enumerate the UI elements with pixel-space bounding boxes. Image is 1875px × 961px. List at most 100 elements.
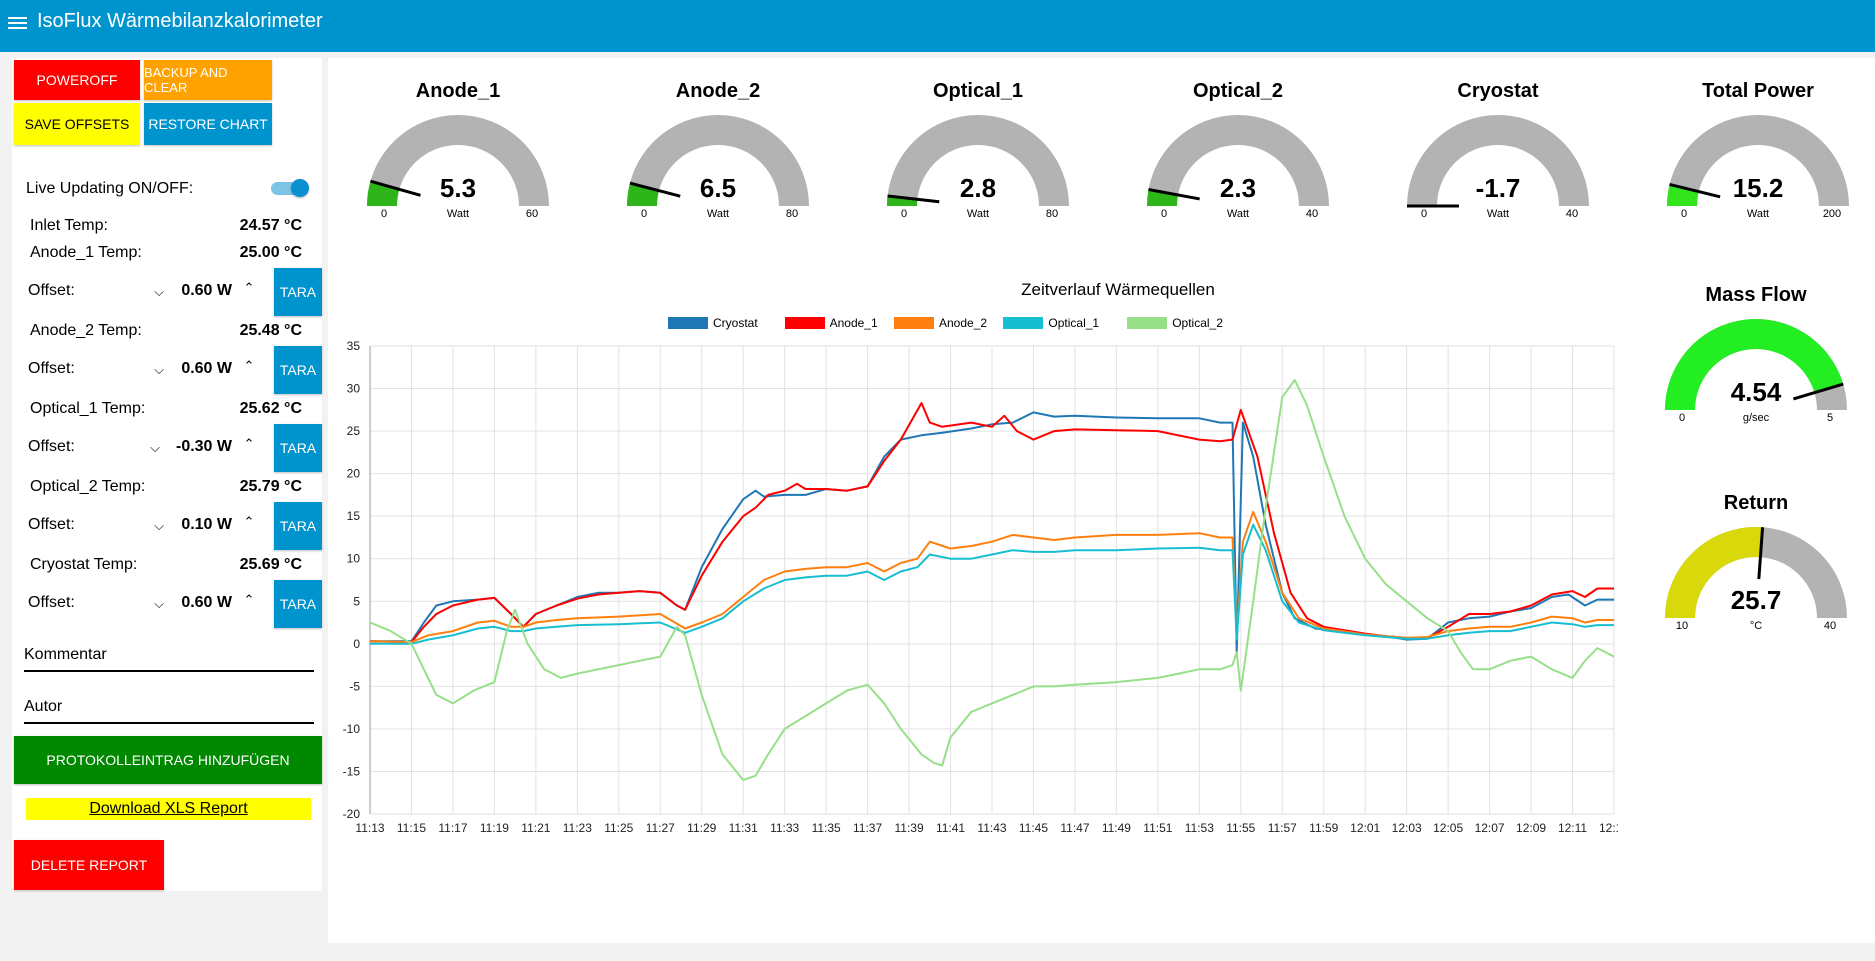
gauge-title: Optical_1 [932, 80, 1024, 102]
gauge-min-label: 0 [1420, 208, 1428, 220]
x-tick-label: 11:29 [687, 821, 716, 835]
optical-2-temp-value: 25.79 °C [239, 478, 302, 495]
x-tick-label: 12:14 [1599, 821, 1618, 835]
live-updating-label: Live Updating ON/OFF: [26, 180, 194, 197]
dashboard-main-panel: Anode_1 5.3 Watt 0 60 Anode_2 6.5 Watt 0 80 Optica… [328, 58, 1875, 943]
x-tick-label: 11:31 [729, 821, 758, 835]
chevron-up-icon[interactable]: ⌃ [242, 592, 256, 608]
delete-report-button[interactable]: DELETE REPORT [14, 840, 164, 890]
x-tick-label: 11:15 [397, 821, 426, 835]
x-tick-label: 11:55 [1226, 821, 1255, 835]
heat-source-line-chart: 11:13 11:15 11:17 11:19 11:21 11:23 11:25 11:27… [343, 339, 1618, 835]
x-tick-label: 11:59 [1309, 821, 1338, 835]
x-tick-label: 11:37 [853, 821, 882, 835]
y-tick-label: 0 [353, 637, 360, 651]
anode-2-tara-button[interactable]: TARA [274, 346, 322, 394]
x-tick-label: 11:23 [563, 821, 592, 835]
x-tick-label: 11:25 [604, 821, 633, 835]
poweroff-button[interactable]: POWEROFF [14, 60, 140, 100]
gauge-min-label: 0 [380, 208, 388, 220]
x-tick-label: 11:17 [438, 821, 467, 835]
gauge-value: 2.3 [1219, 173, 1257, 203]
legend-item[interactable]: Optical_1 [1003, 316, 1099, 330]
y-tick-label: -15 [343, 764, 361, 778]
chevron-down-icon[interactable]: ⌵ [148, 440, 162, 456]
cryostat-temp-label: Cryostat Temp: [30, 556, 138, 573]
gauge-title: Anode_1 [415, 80, 501, 102]
optical-2-offset-value: 0.10 W [181, 516, 232, 533]
add-protocol-entry-button[interactable]: PROTOKOLLEINTRAG HINZUFÜGEN [14, 736, 322, 784]
anode-2-offset-value: 0.60 W [181, 360, 232, 377]
comment-field[interactable]: Kommentar [24, 646, 314, 672]
x-tick-label: 11:45 [1019, 821, 1048, 835]
y-tick-label: 35 [347, 339, 361, 353]
chevron-up-icon[interactable]: ⌃ [242, 436, 256, 452]
x-tick-label: 11:43 [977, 821, 1006, 835]
optical-1-offset-label: Offset: [28, 438, 75, 455]
y-tick-label: 20 [347, 467, 361, 481]
app-title: IsoFlux Wärmebilanzkalorimeter [37, 10, 323, 32]
mass-flow-gauge: Mass Flow 4.54 g/sec 0 5 [1656, 284, 1856, 444]
gauge-min-label: 10 [1675, 620, 1689, 632]
chevron-up-icon[interactable]: ⌃ [242, 280, 256, 296]
x-tick-label: 11:35 [812, 821, 841, 835]
backup-and-clear-button[interactable]: BACKUP AND CLEAR [144, 60, 272, 100]
legend-label: Cryostat [713, 316, 758, 330]
live-updating-toggle[interactable] [271, 179, 309, 197]
return-gauge: Return 25.7 °C 10 40 [1656, 492, 1856, 652]
x-tick-label: 12:03 [1392, 821, 1422, 835]
y-tick-label: -10 [343, 722, 361, 736]
gauge-max-label: 80 [1045, 208, 1059, 220]
download-xls-report-link[interactable]: Download XLS Report [26, 798, 311, 820]
gauge-title: Total Power [1702, 80, 1814, 102]
legend-item[interactable]: Anode_2 [894, 316, 987, 330]
gauge-min-label: 0 [900, 208, 908, 220]
y-tick-label: 30 [347, 382, 361, 396]
gauge-value: 2.8 [959, 173, 997, 203]
x-tick-label: 12:07 [1475, 821, 1505, 835]
author-field[interactable]: Autor [24, 698, 314, 724]
gauge-max-label: 40 [1565, 208, 1579, 220]
legend-label: Optical_2 [1172, 316, 1223, 330]
optical-1-temp-label: Optical_1 Temp: [30, 400, 146, 417]
y-tick-label: 25 [347, 424, 361, 438]
x-tick-label: 12:01 [1350, 821, 1380, 835]
cryostat-offset-value: 0.60 W [181, 594, 232, 611]
x-tick-label: 11:41 [936, 821, 965, 835]
legend-swatch [894, 317, 934, 329]
author-field-label: Autor [24, 698, 63, 715]
legend-item[interactable]: Optical_2 [1127, 316, 1223, 330]
restore-chart-button[interactable]: RESTORE CHART [144, 103, 272, 145]
top-app-bar: IsoFlux Wärmebilanzkalorimeter [0, 0, 1875, 52]
optical-1-tara-button[interactable]: TARA [274, 424, 322, 472]
legend-label: Anode_2 [939, 316, 988, 330]
gauge-max-label: 60 [525, 208, 539, 220]
y-tick-label: 15 [347, 509, 361, 523]
y-tick-label: -5 [349, 679, 360, 693]
x-tick-label: 11:47 [1060, 821, 1089, 835]
anode-2-temp-label: Anode_2 Temp: [30, 322, 142, 339]
cryostat-tara-button[interactable]: TARA [274, 580, 322, 628]
y-tick-label: -20 [343, 807, 361, 821]
cryostat-temp-value: 25.69 °C [239, 556, 302, 573]
optical-2-tara-button[interactable]: TARA [274, 502, 322, 550]
legend-swatch [1127, 317, 1168, 329]
gauge-min-label: 0 [1680, 208, 1688, 220]
x-tick-label: 11:51 [1143, 821, 1172, 835]
anode-1-tara-button[interactable]: TARA [274, 268, 322, 316]
gauge-max-label: 40 [1823, 620, 1837, 632]
cryostat-offset-label: Offset: [28, 594, 75, 611]
control-sidebar: POWEROFF BACKUP AND CLEAR SAVE OFFSETS R… [12, 58, 322, 891]
save-offsets-button[interactable]: SAVE OFFSETS [14, 103, 140, 145]
chevron-up-icon[interactable]: ⌃ [242, 514, 256, 530]
power-total-power-gauge: Total Power 15.2 Watt 0 200 [1658, 80, 1858, 240]
legend-item[interactable]: Cryostat [668, 316, 758, 330]
power-optical-1-gauge: Optical_1 2.8 Watt 0 80 [878, 80, 1078, 240]
legend-item[interactable]: Anode_1 [784, 316, 878, 330]
x-tick-label: 11:27 [646, 821, 675, 835]
chevron-up-icon[interactable]: ⌃ [242, 358, 256, 374]
anode-1-temp-label: Anode_1 Temp: [30, 244, 142, 261]
gauge-min-label: 0 [1160, 208, 1168, 220]
gauge-min-label: 0 [1678, 412, 1686, 424]
hamburger-menu-icon[interactable] [8, 14, 27, 32]
